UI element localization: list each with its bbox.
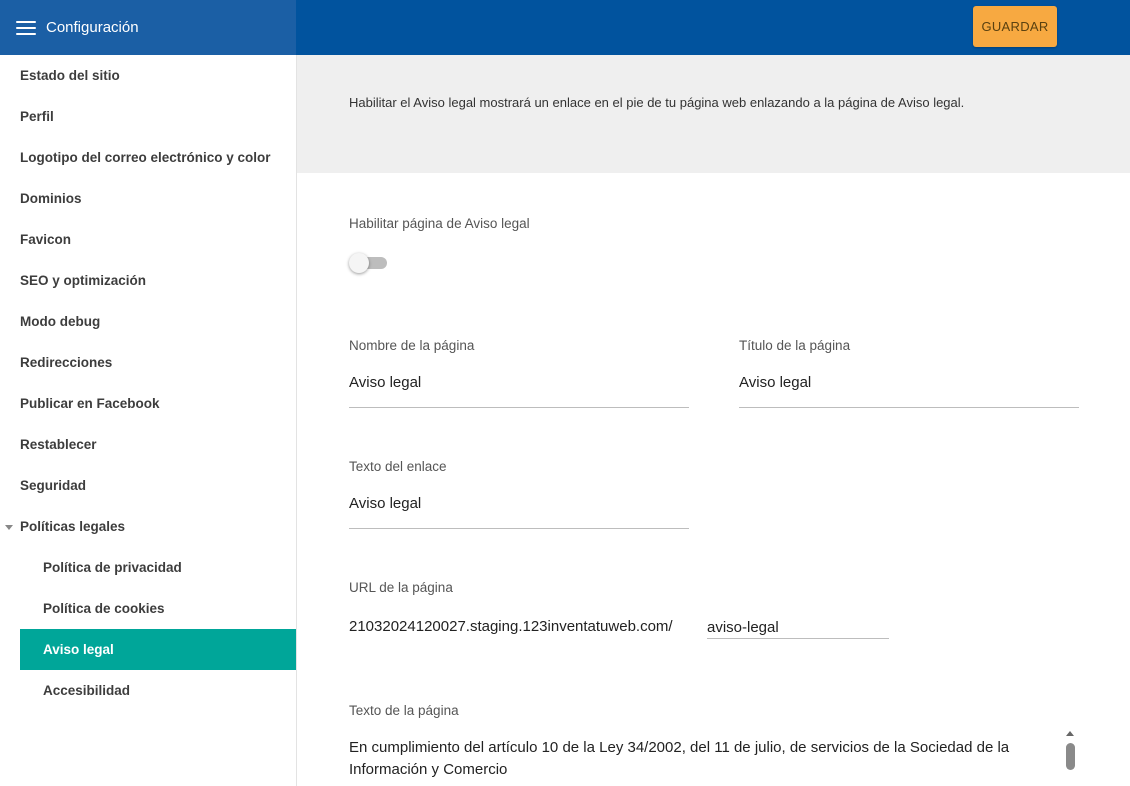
sidebar-item-restablecer[interactable]: Restablecer bbox=[0, 426, 296, 463]
link-text-underline bbox=[349, 528, 689, 529]
sidebar-item-modo-debug[interactable]: Modo debug bbox=[0, 303, 296, 340]
page-name-label: Nombre de la página bbox=[349, 338, 475, 353]
enable-toggle[interactable] bbox=[349, 253, 389, 273]
sidebar-item-favicon[interactable]: Favicon bbox=[0, 221, 296, 258]
page-title-underline bbox=[739, 407, 1079, 408]
page-name-underline bbox=[349, 407, 689, 408]
info-text: Habilitar el Aviso legal mostrará un enl… bbox=[349, 95, 965, 110]
sidebar-item-logotipo[interactable]: Logotipo del correo electrónico y color bbox=[0, 139, 296, 176]
url-prefix: 21032024120027.staging.123inventatuweb.c… bbox=[349, 618, 673, 635]
info-banner: Habilitar el Aviso legal mostrará un enl… bbox=[297, 55, 1130, 173]
sidebar: Estado del sitio Perfil Logotipo del cor… bbox=[0, 55, 297, 786]
top-bar: Configuración GUARDAR bbox=[0, 0, 1130, 55]
sidebar-item-redirecciones[interactable]: Redirecciones bbox=[0, 344, 296, 381]
page-text-editor[interactable]: En cumplimiento del artículo 10 de la Le… bbox=[349, 737, 1049, 781]
sidebar-item-accesibilidad[interactable]: Accesibilidad bbox=[0, 672, 296, 709]
sidebar-item-politicas-legales[interactable]: Políticas legales bbox=[0, 508, 296, 545]
menu-icon[interactable] bbox=[16, 20, 36, 35]
page-title-field[interactable]: Aviso legal bbox=[739, 374, 811, 391]
sidebar-item-politica-cookies[interactable]: Política de cookies bbox=[0, 590, 296, 627]
scrollbar-thumb[interactable] bbox=[1066, 743, 1075, 770]
url-slug-input[interactable] bbox=[707, 617, 889, 639]
sidebar-item-seguridad[interactable]: Seguridad bbox=[0, 467, 296, 504]
top-bar-title-area: Configuración bbox=[0, 0, 296, 55]
sidebar-item-estado-del-sitio[interactable]: Estado del sitio bbox=[0, 57, 296, 94]
page-name-field[interactable]: Aviso legal bbox=[349, 374, 421, 391]
sidebar-item-seo[interactable]: SEO y optimización bbox=[0, 262, 296, 299]
sidebar-item-aviso-legal[interactable]: Aviso legal bbox=[20, 629, 296, 670]
page-title-label: Título de la página bbox=[739, 338, 851, 353]
sidebar-item-politica-privacidad[interactable]: Política de privacidad bbox=[0, 549, 296, 586]
sidebar-item-perfil[interactable]: Perfil bbox=[0, 98, 296, 135]
link-text-label: Texto del enlace bbox=[349, 459, 447, 474]
save-button[interactable]: GUARDAR bbox=[973, 6, 1057, 47]
page-text-label: Texto de la página bbox=[349, 703, 459, 718]
scroll-up-icon[interactable] bbox=[1066, 731, 1074, 736]
app-title: Configuración bbox=[46, 19, 139, 36]
link-text-field[interactable]: Aviso legal bbox=[349, 495, 421, 512]
enable-label: Habilitar página de Aviso legal bbox=[349, 216, 530, 231]
sidebar-item-facebook[interactable]: Publicar en Facebook bbox=[0, 385, 296, 422]
sidebar-item-dominios[interactable]: Dominios bbox=[0, 180, 296, 217]
url-label: URL de la página bbox=[349, 580, 453, 595]
toggle-knob bbox=[349, 253, 369, 273]
